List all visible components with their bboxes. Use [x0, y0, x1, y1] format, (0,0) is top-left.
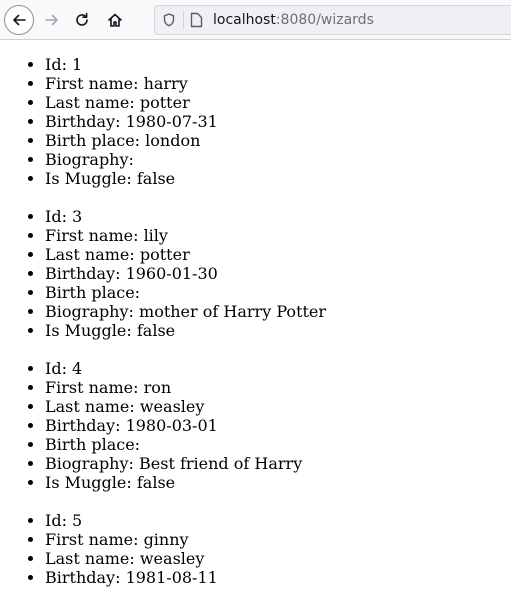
field-label: Last name:: [45, 245, 135, 264]
wizard-field-first-name: First name: lily: [45, 226, 511, 245]
forward-button[interactable]: [37, 5, 67, 35]
field-label: Last name:: [45, 549, 135, 568]
field-label: Biography:: [45, 302, 134, 321]
url-divider: [183, 11, 184, 29]
url-text[interactable]: localhost:8080/wizards: [213, 12, 374, 29]
wizard-field-last-name: Last name: potter: [45, 93, 511, 112]
field-value: 1960-01-30: [125, 264, 218, 283]
field-value: false: [136, 321, 176, 340]
wizard-field-birthday: Birthday: 1980-07-31: [45, 112, 511, 131]
wizard-list: Id: 4 First name: ron Last name: weasley…: [0, 359, 511, 492]
field-value: 5: [72, 511, 83, 530]
wizard-field-id: Id: 5: [45, 511, 511, 530]
wizard-field-biography: Biography: mother of Harry Potter: [45, 302, 511, 321]
field-value: 1: [72, 55, 83, 74]
wizard-list: Id: 5 First name: ginny Last name: weasl…: [0, 511, 511, 587]
wizard-field-last-name: Last name: potter: [45, 245, 511, 264]
field-label: First name:: [45, 74, 139, 93]
field-label: Biography:: [45, 150, 134, 169]
field-label: Birthday:: [45, 112, 121, 131]
wizard-field-birth-place: Birth place:: [45, 283, 511, 302]
wizard-list: Id: 1 First name: harry Last name: potte…: [0, 55, 511, 188]
field-label: Birthday:: [45, 264, 121, 283]
field-label: First name:: [45, 378, 139, 397]
field-value: Best friend of Harry: [139, 454, 303, 473]
page-content: Id: 1 First name: harry Last name: potte…: [0, 55, 511, 606]
wizard-field-birthday: Birthday: 1960-01-30: [45, 264, 511, 283]
wizard-field-first-name: First name: harry: [45, 74, 511, 93]
address-bar[interactable]: localhost:8080/wizards: [154, 5, 511, 35]
back-arrow-icon: [13, 14, 26, 26]
wizard-field-last-name: Last name: weasley: [45, 549, 511, 568]
field-value: mother of Harry Potter: [139, 302, 327, 321]
wizard-field-last-name: Last name: weasley: [45, 397, 511, 416]
field-value: ron: [143, 378, 172, 397]
wizard-field-id: Id: 3: [45, 207, 511, 226]
wizard-field-first-name: First name: ron: [45, 378, 511, 397]
field-label: Id:: [45, 359, 67, 378]
field-label: First name:: [45, 226, 139, 245]
field-label: Id:: [45, 207, 67, 226]
field-label: Is Muggle:: [45, 169, 132, 188]
reload-icon: [76, 12, 88, 26]
field-label: Birth place:: [45, 131, 141, 150]
field-label: Is Muggle:: [45, 473, 132, 492]
wizard-field-birthday: Birthday: 1981-08-11: [45, 568, 511, 587]
browser-toolbar: localhost:8080/wizards: [0, 0, 511, 40]
field-label: Birthday:: [45, 416, 121, 435]
field-label: Id:: [45, 55, 67, 74]
field-label: Birthday:: [45, 568, 121, 587]
page-icon[interactable]: [190, 12, 203, 28]
wizard-field-birth-place: Birth place: london: [45, 131, 511, 150]
field-value: 4: [72, 359, 83, 378]
field-label: First name:: [45, 530, 139, 549]
wizard-field-id: Id: 1: [45, 55, 511, 74]
field-value: false: [136, 169, 176, 188]
field-label: Birth place:: [45, 435, 141, 454]
shield-icon[interactable]: [163, 13, 175, 27]
back-button[interactable]: [4, 5, 34, 35]
wizard-field-is-muggle: Is Muggle: false: [45, 169, 511, 188]
url-host: localhost: [213, 12, 276, 28]
field-value: london: [145, 131, 201, 150]
home-icon: [108, 13, 122, 27]
field-value: ginny: [143, 530, 189, 549]
forward-arrow-icon: [45, 14, 58, 26]
home-button[interactable]: [100, 5, 130, 35]
field-value: 1980-07-31: [125, 112, 218, 131]
field-value: 3: [72, 207, 83, 226]
wizard-list: Id: 3 First name: lily Last name: potter…: [0, 207, 511, 340]
field-value: lily: [143, 226, 168, 245]
field-label: Is Muggle:: [45, 321, 132, 340]
field-label: Birth place:: [45, 283, 141, 302]
wizard-field-biography: Biography: Best friend of Harry: [45, 454, 511, 473]
field-label: Last name:: [45, 93, 135, 112]
field-label: Id:: [45, 511, 67, 530]
wizard-field-birth-place: Birth place:: [45, 435, 511, 454]
field-value: false: [136, 473, 176, 492]
wizard-field-first-name: First name: ginny: [45, 530, 511, 549]
wizard-field-is-muggle: Is Muggle: false: [45, 473, 511, 492]
wizard-field-is-muggle: Is Muggle: false: [45, 321, 511, 340]
wizard-field-birthday: Birthday: 1980-03-01: [45, 416, 511, 435]
wizard-field-biography: Biography:: [45, 150, 511, 169]
field-label: Biography:: [45, 454, 134, 473]
field-value: weasley: [139, 549, 205, 568]
field-value: weasley: [139, 397, 205, 416]
field-label: Last name:: [45, 397, 135, 416]
reload-button[interactable]: [67, 5, 97, 35]
wizard-field-id: Id: 4: [45, 359, 511, 378]
field-value: 1980-03-01: [125, 416, 218, 435]
field-value: 1981-08-11: [125, 568, 218, 587]
url-path: :8080/wizards: [275, 12, 374, 28]
field-value: potter: [139, 93, 190, 112]
field-value: potter: [139, 245, 190, 264]
field-value: harry: [143, 74, 188, 93]
